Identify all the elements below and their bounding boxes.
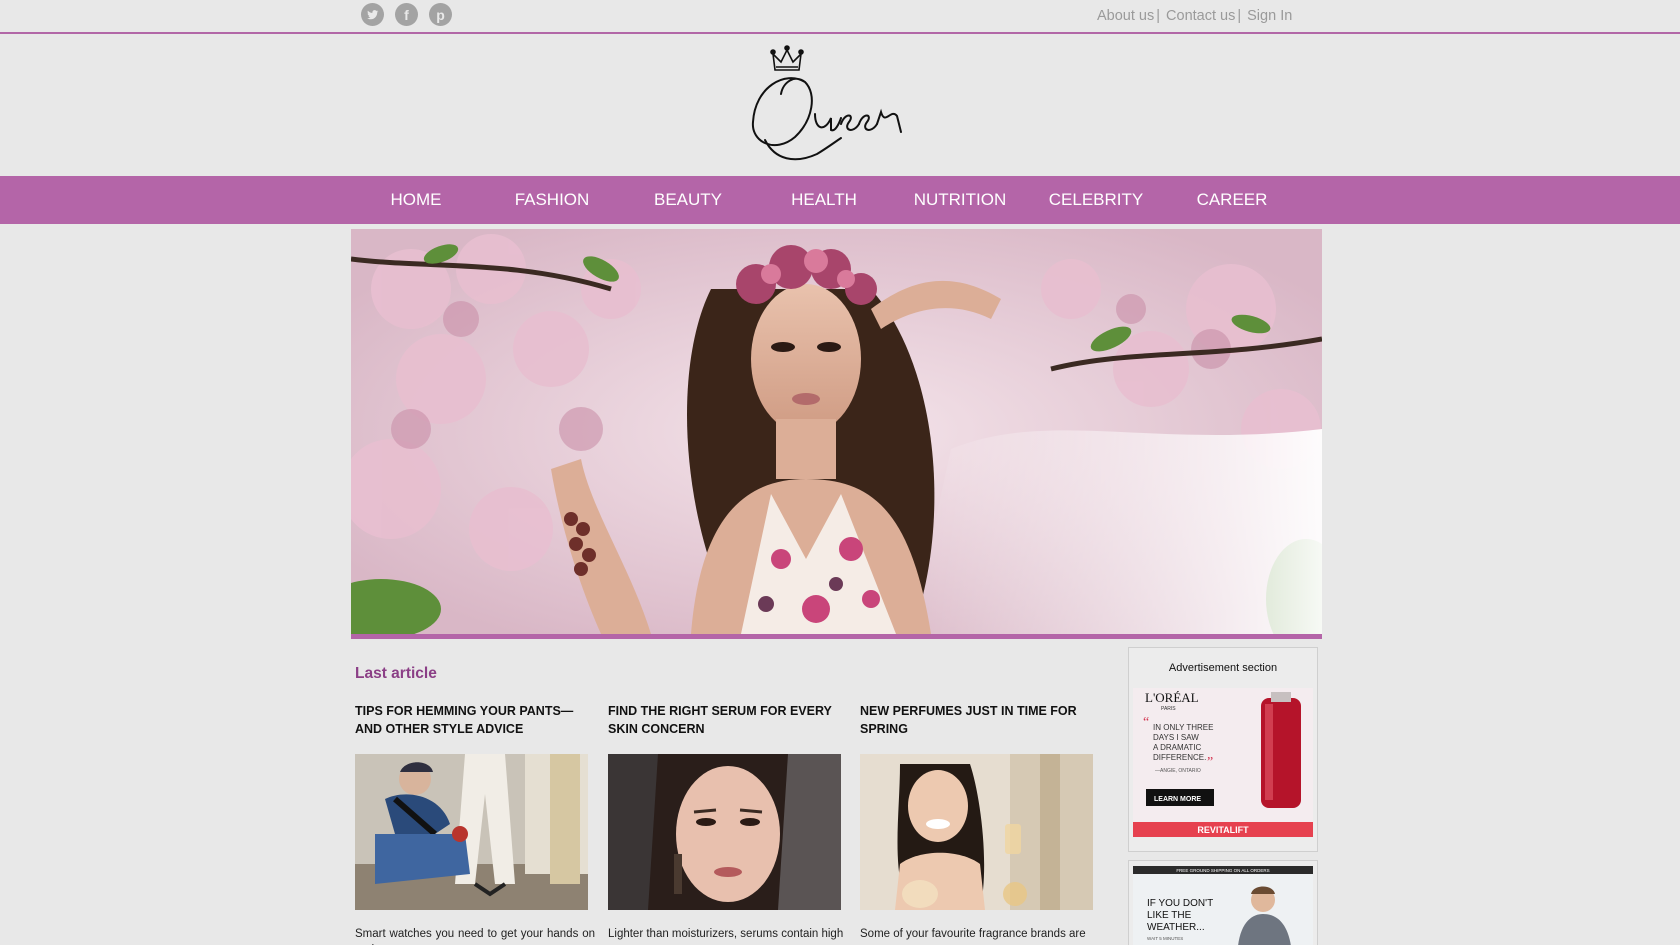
hero-image: [351, 229, 1322, 634]
nav-item-celebrity[interactable]: CELEBRITY: [1041, 176, 1151, 224]
svg-text:”: ”: [1207, 755, 1213, 770]
ad-section-title: Advertisement section: [1168, 662, 1278, 674]
facebook-icon[interactable]: f: [395, 3, 418, 26]
article-snippet: Some of your favourite fragrance brands …: [860, 928, 1086, 940]
article-title-link[interactable]: TIPS FOR HEMMING YOUR PANTS—AND OTHER ST…: [355, 703, 595, 753]
main-nav: HOME FASHION BEAUTY HEALTH NUTRITION CEL…: [0, 176, 1680, 224]
article-title-link[interactable]: FIND THE RIGHT SERUM FOR EVERY SKIN CONC…: [608, 703, 848, 753]
nav-item-beauty[interactable]: BEAUTY: [638, 176, 738, 224]
ad-product: REVITALIFT: [1197, 825, 1249, 835]
site-logo[interactable]: [745, 42, 930, 167]
article-image[interactable]: [608, 754, 841, 910]
article-card: FIND THE RIGHT SERUM FOR EVERY SKIN CONC…: [608, 703, 848, 945]
ad-quote-line: DIFFERENCE.: [1153, 753, 1206, 762]
perfume-photo: [860, 754, 1093, 910]
weather-ad[interactable]: FREE GROUND SHIPPING ON ALL ORDERS IF YO…: [1133, 866, 1313, 945]
top-bar: f p About us | Contact us | Sign In: [0, 0, 1680, 34]
nav-item-fashion[interactable]: FASHION: [502, 176, 602, 224]
twitter-icon[interactable]: [361, 3, 384, 26]
pinterest-icon[interactable]: p: [429, 3, 452, 26]
ad-learn-more-label: LEARN MORE: [1154, 796, 1201, 803]
ad-brand-sub: PARIS: [1161, 706, 1176, 712]
nav-item-career[interactable]: CAREER: [1182, 176, 1282, 224]
article-card: NEW PERFUMES JUST IN TIME FOR SPRING Som…: [860, 703, 1100, 945]
nav-item-nutrition[interactable]: NUTRITION: [905, 176, 1015, 224]
top-links: About us | Contact us | Sign In: [1097, 8, 1292, 24]
nav-item-health[interactable]: HEALTH: [774, 176, 874, 224]
tailor-photo: [355, 754, 588, 910]
article-snippet: Lighter than moisturizers, serums contai…: [608, 928, 844, 940]
ad2-sub: WAIT 5 MINUTES: [1147, 936, 1183, 941]
model-portrait-photo: [608, 754, 841, 910]
ad-brand: L'ORÉAL: [1145, 690, 1199, 705]
hero-banner[interactable]: [351, 229, 1322, 639]
svg-text:“: “: [1143, 715, 1149, 730]
contact-us-link[interactable]: Contact us: [1166, 8, 1235, 24]
article-snippet: Smart watches you need to get your hands…: [355, 928, 595, 945]
separator: |: [1237, 8, 1242, 24]
loreal-ad[interactable]: L'ORÉAL PARIS “ IN ONLY THREE DAYS I SAW…: [1133, 688, 1313, 837]
article-image[interactable]: [860, 754, 1093, 910]
ad2-headline: IF YOU DON'T: [1147, 898, 1213, 909]
about-us-link[interactable]: About us: [1097, 8, 1154, 24]
ad-quote-line: A DRAMATIC: [1153, 743, 1202, 752]
ad-quote-line: IN ONLY THREE: [1153, 723, 1213, 732]
ad2-headline: WEATHER...: [1147, 922, 1205, 933]
sign-in-link[interactable]: Sign In: [1247, 8, 1292, 24]
article-title-link[interactable]: NEW PERFUMES JUST IN TIME FOR SPRING: [860, 703, 1100, 753]
ad-section: Advertisement section L'ORÉAL PARIS “ IN…: [1128, 647, 1318, 852]
crown-q-logo-icon: [751, 45, 902, 161]
separator: |: [1156, 8, 1161, 24]
ad2-banner: FREE GROUND SHIPPING ON ALL ORDERS: [1176, 868, 1269, 873]
ad2-headline: LIKE THE: [1147, 910, 1192, 921]
article-image[interactable]: [355, 754, 588, 910]
ad-quote-line: DAYS I SAW: [1153, 733, 1199, 742]
weather-ad-graphic: FREE GROUND SHIPPING ON ALL ORDERS IF YO…: [1133, 866, 1313, 945]
loreal-ad-graphic: L'ORÉAL PARIS “ IN ONLY THREE DAYS I SAW…: [1133, 688, 1313, 837]
section-title-last-article: Last article: [355, 665, 437, 682]
nav-item-home[interactable]: HOME: [366, 176, 466, 224]
ad-section-2: FREE GROUND SHIPPING ON ALL ORDERS IF YO…: [1128, 860, 1318, 945]
ad-attribution: —ANGIE, ONTARIO: [1155, 768, 1201, 774]
article-card: TIPS FOR HEMMING YOUR PANTS—AND OTHER ST…: [355, 703, 595, 945]
